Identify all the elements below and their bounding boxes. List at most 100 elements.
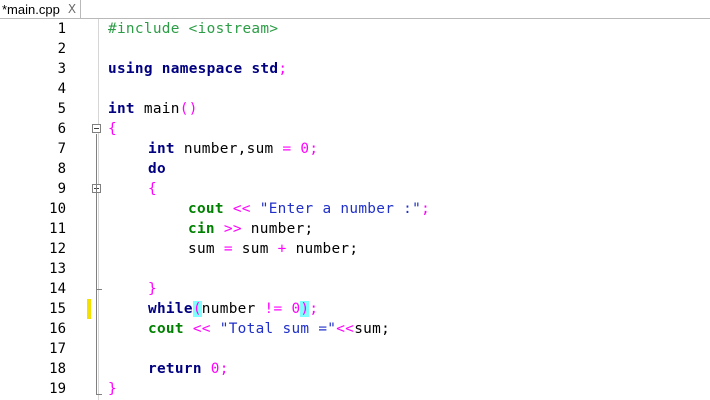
string-literal: "Total sum =" — [219, 321, 337, 337]
code-text: int main() — [108, 99, 198, 119]
code-line-5: 5 int main() — [0, 99, 710, 119]
code-line-19: 19 } — [0, 379, 710, 399]
fold-toggle-icon[interactable] — [92, 124, 101, 133]
matched-paren-open: ( — [192, 301, 202, 317]
keyword-do: do — [148, 161, 166, 177]
operator-plus: + — [277, 241, 287, 257]
line-number: 7 — [57, 141, 66, 157]
line-number: 16 — [49, 321, 66, 337]
line-number: 4 — [57, 81, 66, 97]
code-text: cin >> number; — [188, 219, 314, 239]
fold-guide-inner — [96, 194, 97, 289]
code-line-10: 10 cout << "Enter a number :"; — [0, 199, 710, 219]
code-text: cout << "Enter a number :"; — [188, 199, 430, 219]
code-text: int number,sum = 0; — [148, 139, 318, 159]
line-number: 9 — [57, 181, 66, 197]
open-brace: { — [148, 181, 157, 197]
code-line-8: 8 do — [0, 159, 710, 179]
semicolon: ; — [421, 201, 431, 217]
string-literal: "Enter a number :" — [259, 201, 422, 217]
line-number: 8 — [57, 161, 66, 177]
identifier-cin: cin — [188, 221, 215, 237]
code-text: sum = sum + number; — [188, 239, 358, 259]
line-number: 11 — [49, 221, 66, 237]
operator-insert: << — [336, 321, 355, 337]
code-line-17: 17 — [0, 339, 710, 359]
close-brace: } — [148, 281, 157, 297]
code-line-18: 18 return 0; — [0, 359, 710, 379]
code-line-12: 12 sum = sum + number; — [0, 239, 710, 259]
cin-target: number; — [241, 221, 314, 237]
operator-extract: >> — [223, 221, 242, 237]
code-editor[interactable]: 1 #include <iostream> 2 3 using namespac… — [0, 19, 710, 400]
code-text: { — [148, 179, 157, 199]
code-text: return 0; — [148, 359, 229, 379]
editor-tab-bar: *main.cpp X — [0, 0, 710, 19]
line-number: 10 — [49, 201, 66, 217]
open-brace: { — [108, 121, 117, 137]
identifier-cout: cout — [148, 321, 184, 337]
code-line-14: 14 } — [0, 279, 710, 299]
code-line-1: 1 #include <iostream> — [0, 19, 710, 39]
identifier-sum: sum — [188, 241, 224, 257]
code-line-9: 9 { — [0, 179, 710, 199]
line-number: 15 — [49, 301, 66, 317]
fold-end-inner — [96, 289, 102, 290]
code-line-2: 2 — [0, 39, 710, 59]
modified-line-marker — [87, 299, 91, 319]
code-text: cout << "Total sum ="<<sum; — [148, 319, 390, 339]
code-text: { — [108, 119, 117, 139]
preprocessor-directive: #include <iostream> — [108, 21, 279, 37]
code-line-13: 13 — [0, 259, 710, 279]
close-brace: } — [108, 381, 117, 397]
line-number: 12 — [49, 241, 66, 257]
code-line-4: 4 — [0, 79, 710, 99]
operator-insert: << — [232, 201, 251, 217]
code-text: } — [148, 279, 157, 299]
semicolon: ; — [309, 141, 319, 157]
line-number: 19 — [49, 381, 66, 397]
code-line-16: 16 cout << "Total sum ="<<sum; — [0, 319, 710, 339]
line-number: 3 — [57, 61, 66, 77]
code-text: do — [148, 159, 166, 179]
identifier-number: number — [201, 301, 265, 317]
semicolon: ; — [278, 61, 288, 77]
keyword-std: std — [251, 61, 279, 77]
tab-main-cpp[interactable]: *main.cpp X — [0, 0, 82, 18]
line-number: 2 — [57, 41, 66, 57]
operator-assign: = — [223, 241, 233, 257]
line-number: 14 — [49, 281, 66, 297]
line-number: 6 — [57, 121, 66, 137]
code-text: } — [108, 379, 117, 399]
code-text: #include <iostream> — [108, 19, 278, 39]
keyword-using: using — [108, 61, 153, 77]
identifier-sum: sum; — [354, 321, 391, 337]
keyword-return: return — [148, 361, 202, 377]
line-number: 5 — [57, 101, 66, 117]
close-tab-icon[interactable]: X — [68, 2, 76, 16]
fold-end-outer — [96, 394, 102, 395]
code-text: using namespace std; — [108, 59, 287, 79]
line-number: 18 — [49, 361, 66, 377]
code-text: while(number != 0); — [148, 299, 318, 319]
tab-title: *main.cpp — [2, 1, 60, 17]
semicolon: ; — [219, 361, 229, 377]
code-line-11: 11 cin >> number; — [0, 219, 710, 239]
function-name: main — [134, 101, 180, 117]
identifier-sum: sum — [232, 241, 278, 257]
declaration: number,sum — [174, 141, 283, 157]
keyword-namespace: namespace — [161, 61, 243, 77]
line-number: 1 — [57, 21, 66, 37]
code-line-7: 7 int number,sum = 0; — [0, 139, 710, 159]
keyword-while: while — [148, 301, 193, 317]
operator-assign: = — [282, 141, 292, 157]
code-line-6: 6 { — [0, 119, 710, 139]
operator-insert: << — [192, 321, 211, 337]
number-literal: 0 — [210, 361, 220, 377]
code-line-3: 3 using namespace std; — [0, 59, 710, 79]
operator-not-equal: != — [264, 301, 283, 317]
line-number: 17 — [49, 341, 66, 357]
identifier-number: number; — [286, 241, 359, 257]
keyword-int: int — [108, 101, 135, 117]
keyword-int: int — [148, 141, 175, 157]
